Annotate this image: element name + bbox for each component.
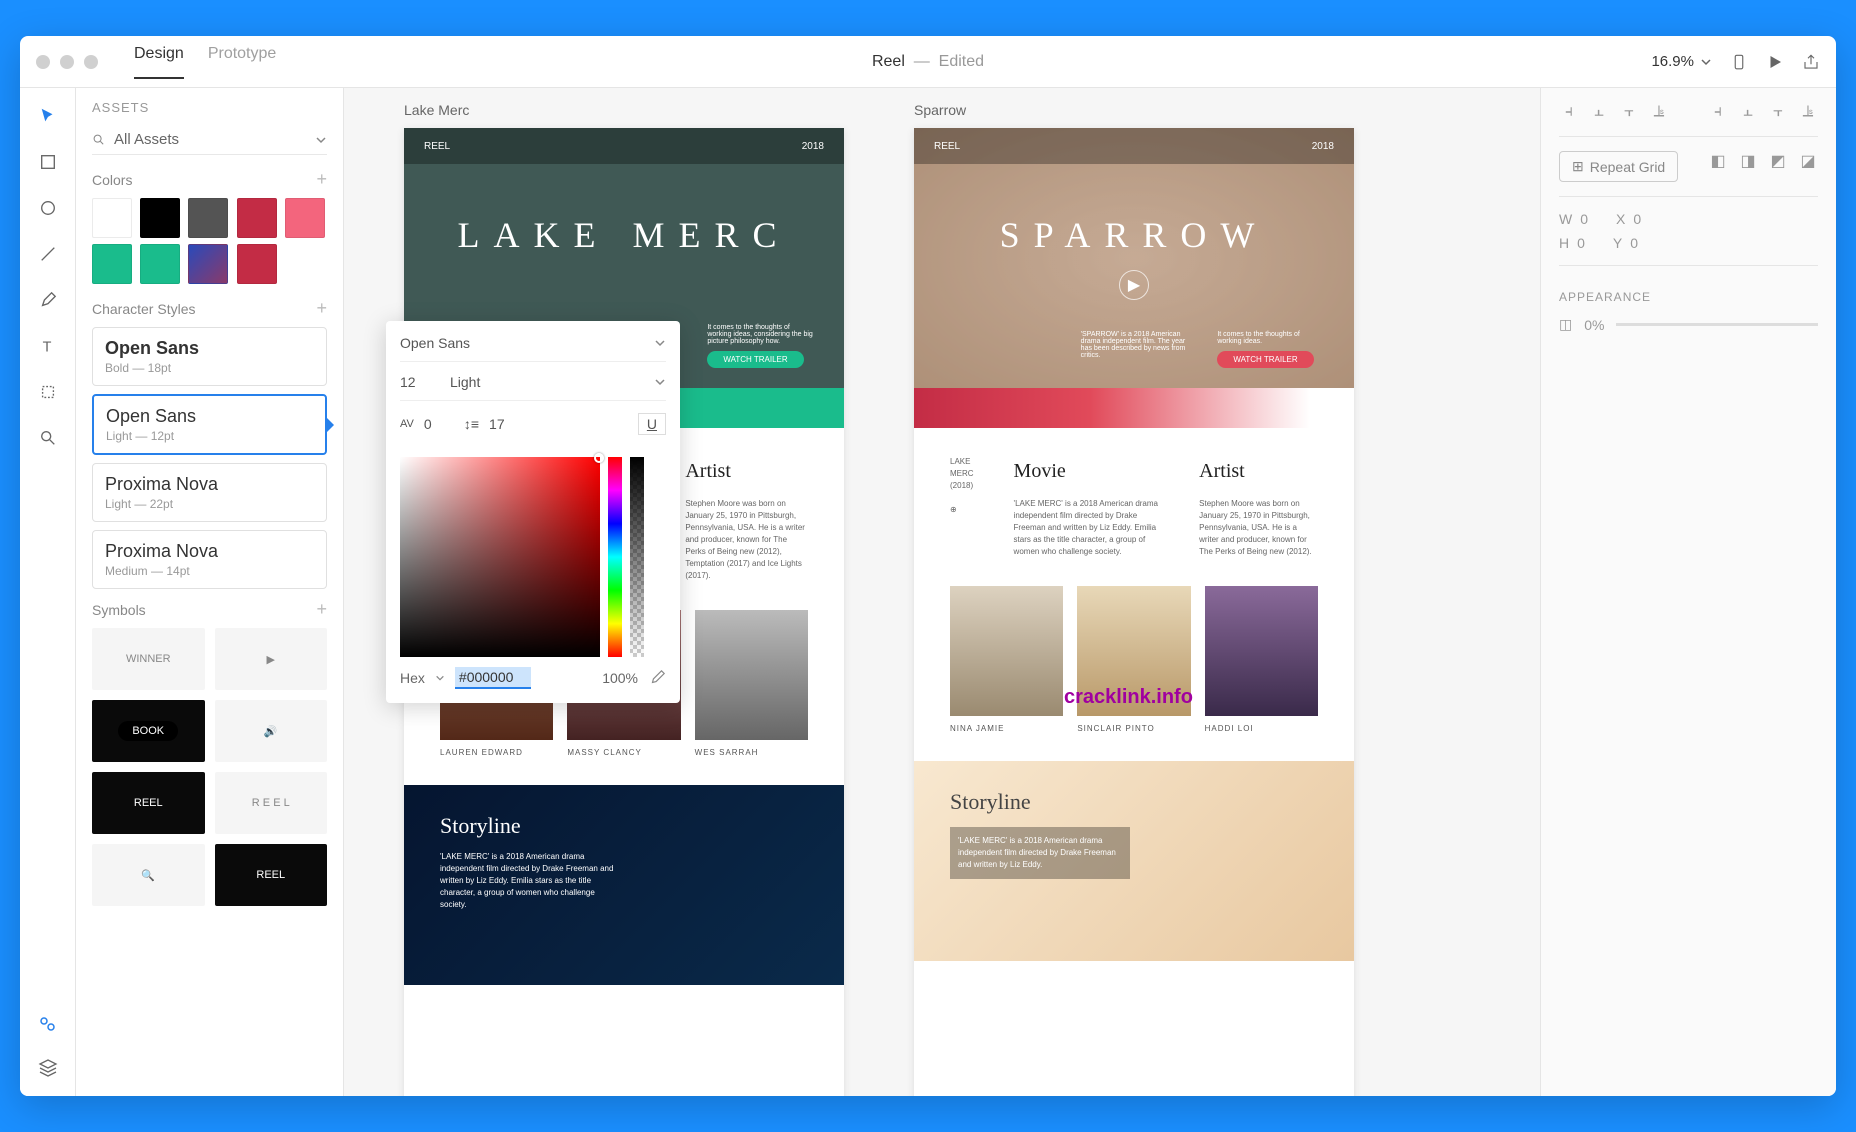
symbol-item[interactable]: WINNER [92, 628, 205, 690]
select-tool[interactable] [36, 104, 60, 128]
assets-panel: ASSETS All Assets Colors + Character Sty… [76, 88, 344, 1096]
x-field[interactable]: X 0 [1616, 211, 1641, 227]
tools-toolbar: T [20, 88, 76, 1096]
color-swatch[interactable] [285, 198, 325, 238]
appearance-label: APPEARANCE [1559, 290, 1818, 304]
artboard-sparrow[interactable]: REEL2018 SPARROW ▶ 'SPARROW' is a 2018 A… [914, 128, 1354, 1096]
titlebar: Design Prototype Reel — Edited 16.9% [20, 36, 1836, 88]
chevron-down-icon [1700, 56, 1712, 68]
zoom-level[interactable]: 16.9% [1651, 53, 1712, 70]
artboard-label-left[interactable]: Lake Merc [404, 102, 469, 118]
color-opacity-input[interactable]: 100% [602, 670, 638, 686]
underline-button[interactable]: U [638, 413, 666, 435]
pen-tool[interactable] [36, 288, 60, 312]
repeat-grid-button[interactable]: ⊞ Repeat Grid [1559, 151, 1678, 182]
color-swatch[interactable] [188, 244, 228, 284]
document-title: Reel — Edited [872, 53, 984, 71]
rectangle-tool[interactable] [36, 150, 60, 174]
character-style[interactable]: Open SansLight — 12pt [92, 394, 327, 455]
symbol-item[interactable]: R E E L [215, 772, 328, 834]
opacity-slider[interactable] [1616, 323, 1818, 326]
chevron-down-icon [654, 376, 666, 388]
properties-panel: ⫞⫠⫟⫡ ⫞⫠⫟⫡ ⊞ Repeat Grid ◧◨◩◪ W 0 X 0 H 0 [1540, 88, 1836, 1096]
symbol-item[interactable]: REEL [215, 844, 328, 906]
device-preview-icon[interactable] [1730, 53, 1748, 71]
char-styles-section-label: Character Styles [92, 301, 195, 317]
artboard-tool[interactable] [36, 380, 60, 404]
zoom-tool[interactable] [36, 426, 60, 450]
font-size-input[interactable]: 12 [400, 374, 440, 390]
color-swatch[interactable] [92, 198, 132, 238]
layers-icon[interactable] [36, 1056, 60, 1080]
symbols-section-label: Symbols [92, 602, 146, 618]
eyedropper-icon[interactable] [648, 669, 666, 687]
width-field[interactable]: W 0 [1559, 211, 1588, 227]
svg-text:T: T [42, 339, 51, 355]
saturation-field[interactable] [400, 457, 600, 657]
artboard-label-right[interactable]: Sparrow [914, 102, 966, 118]
add-symbol-button[interactable]: + [316, 599, 327, 620]
assets-icon[interactable] [36, 1012, 60, 1036]
color-swatch[interactable] [140, 244, 180, 284]
text-style-popover: Open Sans 12 Light AV0 ↕≡17 U Hex 100% [386, 321, 680, 703]
character-style[interactable]: Open SansBold — 18pt [92, 327, 327, 386]
color-swatch[interactable] [92, 244, 132, 284]
align-horizontal-group[interactable]: ⫞⫠⫟⫡ [1559, 102, 1669, 122]
font-family-select[interactable]: Open Sans [400, 335, 644, 351]
chevron-down-icon [315, 134, 327, 146]
color-swatch[interactable] [188, 198, 228, 238]
play-icon[interactable]: ▶ [1119, 270, 1149, 300]
tab-prototype[interactable]: Prototype [208, 45, 276, 79]
search-icon [92, 133, 106, 147]
hex-label: Hex [400, 670, 425, 686]
align-vertical-group[interactable]: ⫞⫠⫟⫡ [1708, 102, 1818, 122]
symbol-item[interactable]: REEL [92, 772, 205, 834]
y-field[interactable]: Y 0 [1613, 235, 1638, 251]
symbol-item[interactable]: ▶ [215, 628, 328, 690]
symbol-item[interactable]: 🔍 [92, 844, 205, 906]
chevron-down-icon [435, 673, 445, 683]
color-swatch[interactable] [237, 198, 277, 238]
watermark: cracklink.info [1064, 686, 1193, 709]
share-icon[interactable] [1802, 53, 1820, 71]
add-style-button[interactable]: + [316, 298, 327, 319]
color-swatch[interactable] [140, 198, 180, 238]
window-controls[interactable] [36, 55, 98, 69]
assets-search[interactable]: All Assets [92, 125, 327, 155]
symbol-item[interactable]: 🔊 [215, 700, 328, 762]
line-tool[interactable] [36, 242, 60, 266]
play-icon[interactable] [1766, 53, 1784, 71]
colors-section-label: Colors [92, 172, 132, 188]
character-style[interactable]: Proxima NovaMedium — 14pt [92, 530, 327, 589]
color-swatch[interactable] [237, 244, 277, 284]
opacity-value[interactable]: 0% [1584, 317, 1604, 333]
chevron-down-icon [654, 337, 666, 349]
hex-input[interactable] [455, 667, 531, 689]
add-color-button[interactable]: + [316, 169, 327, 190]
height-field[interactable]: H 0 [1559, 235, 1585, 251]
symbol-item[interactable]: BOOK [92, 700, 205, 762]
font-weight-select[interactable]: Light [450, 374, 644, 390]
character-style[interactable]: Proxima NovaLight — 22pt [92, 463, 327, 522]
ellipse-tool[interactable] [36, 196, 60, 220]
hero-title: SPARROW [914, 214, 1354, 256]
alpha-slider[interactable] [630, 457, 644, 657]
leading-input[interactable]: 17 [489, 416, 519, 432]
opacity-icon: ◫ [1559, 316, 1572, 333]
tab-design[interactable]: Design [134, 45, 184, 79]
hue-slider[interactable] [608, 457, 622, 657]
boolean-ops-group[interactable]: ◧◨◩◪ [1708, 151, 1818, 182]
text-tool[interactable]: T [36, 334, 60, 358]
hero-title: LAKE MERC [404, 214, 844, 256]
assets-header: ASSETS [92, 100, 327, 115]
tracking-input[interactable]: 0 [424, 416, 454, 432]
